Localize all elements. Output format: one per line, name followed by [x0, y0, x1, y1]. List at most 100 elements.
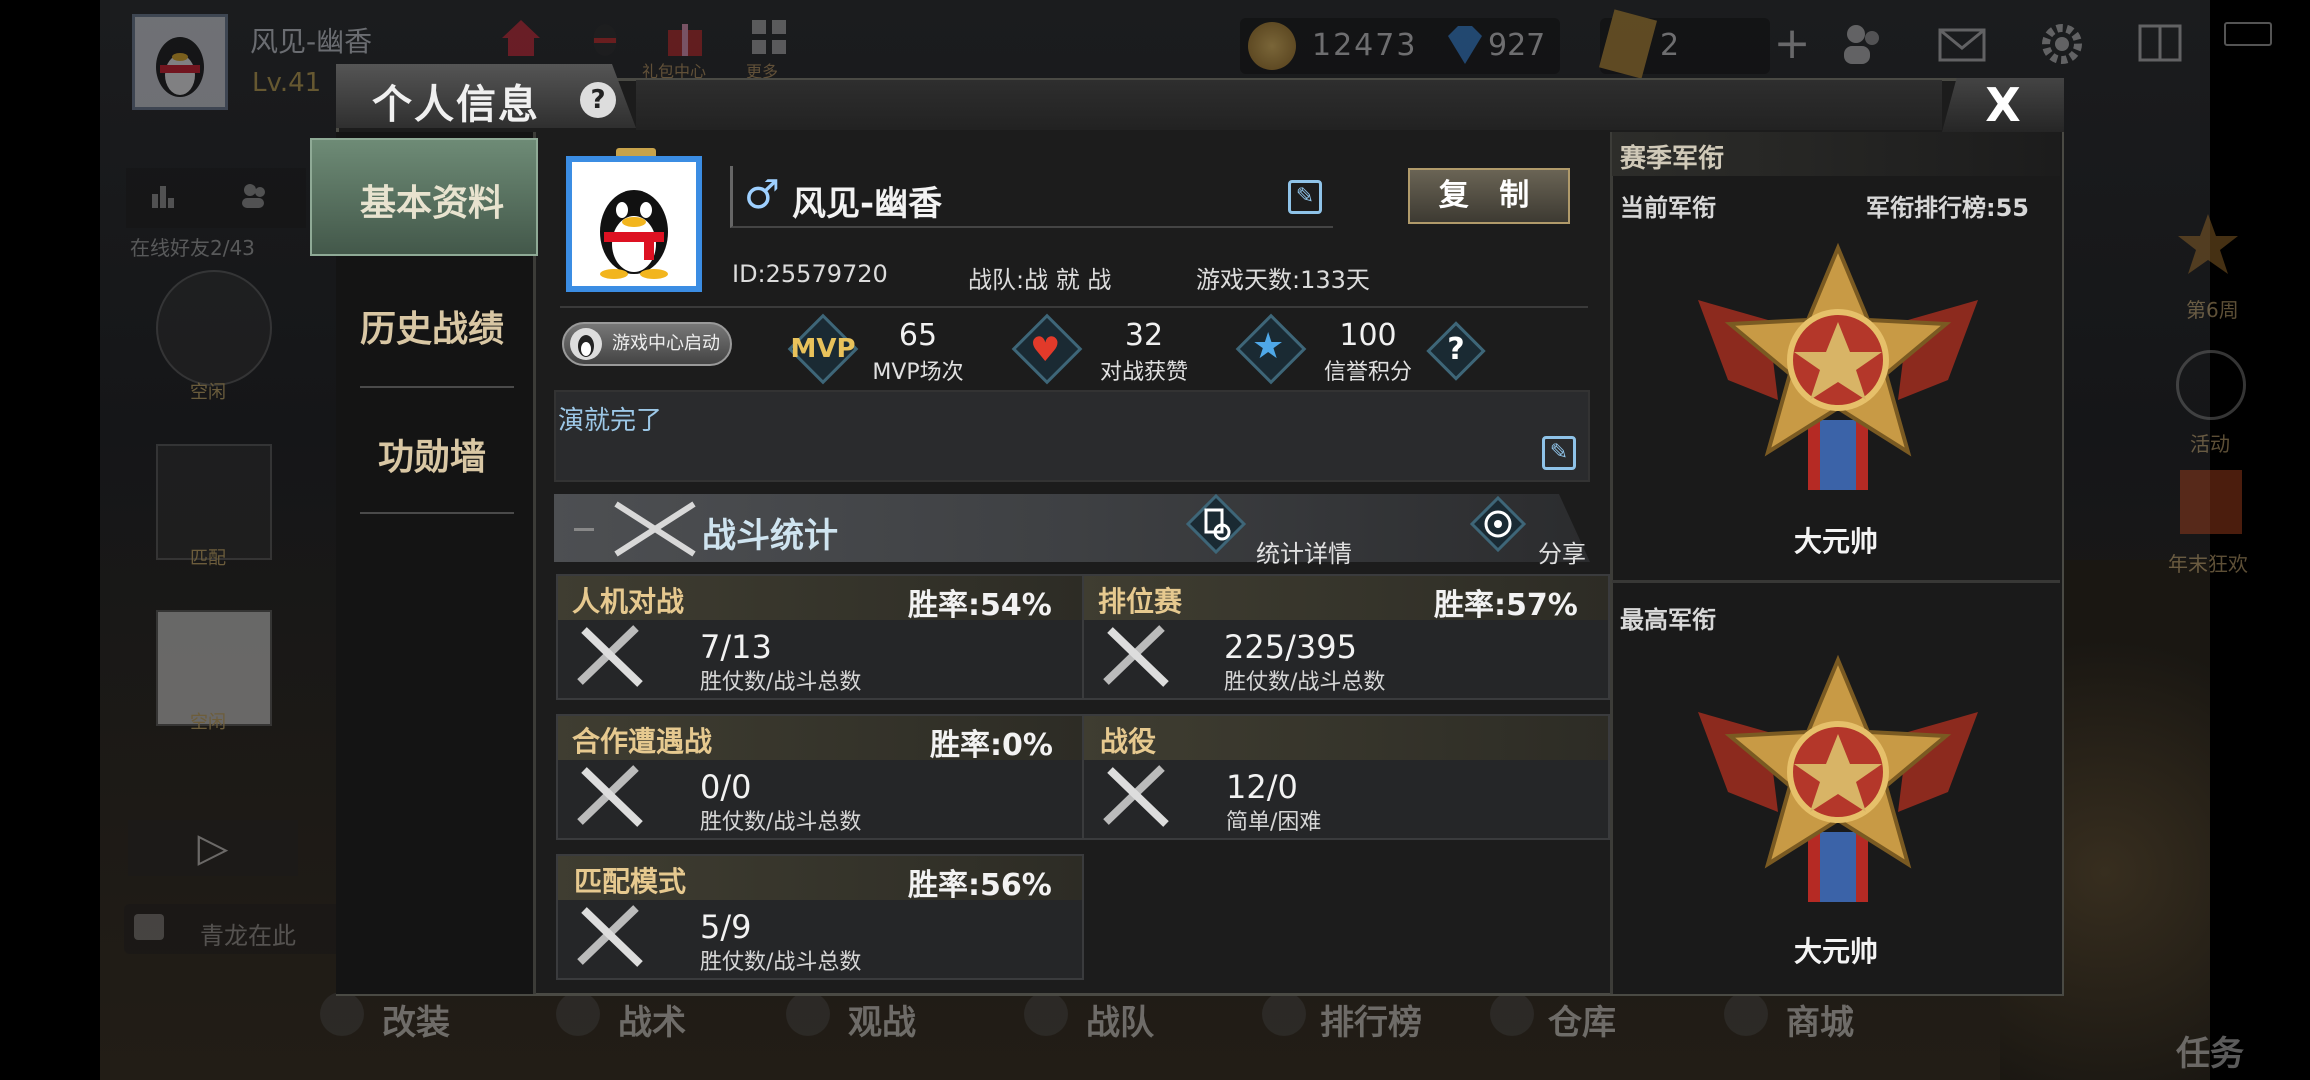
people-icon[interactable]: [238, 180, 268, 210]
rank-divider: [1612, 580, 2060, 583]
stats-help-text: ?: [1447, 332, 1465, 367]
mode-record-label: 胜仗数/战斗总数: [1224, 670, 1386, 695]
star-badge-icon[interactable]: [2176, 210, 2240, 280]
expand-arrow-icon[interactable]: ▷: [128, 820, 298, 876]
edit-signature-icon[interactable]: ✎: [1542, 436, 1576, 470]
top-level: Lv.41: [252, 68, 322, 98]
collapse-icon[interactable]: [574, 528, 594, 531]
gift-box-icon[interactable]: [2180, 470, 2242, 534]
penguin-icon[interactable]: [582, 14, 628, 60]
signature-text: 演就完了: [558, 406, 663, 436]
activity-icon[interactable]: [2176, 350, 2246, 420]
crossed-swords-icon: [1096, 760, 1176, 832]
side-nav: [336, 132, 536, 994]
player-avatar[interactable]: [566, 156, 702, 292]
nav-spectate[interactable]: 观战: [848, 995, 916, 1044]
stats-detail-link[interactable]: 统计详情: [1256, 534, 1352, 569]
close-button[interactable]: X: [1942, 78, 2064, 132]
mode-record: 225/395: [1224, 628, 1357, 666]
online-friends-count: 在线好友2/43: [130, 236, 255, 260]
friend-avatar[interactable]: [156, 270, 272, 386]
mode-winrate: 胜率:54%: [908, 588, 1052, 623]
divider: [560, 306, 1588, 308]
nav-warehouse[interactable]: 仓库: [1548, 995, 1616, 1044]
best-rank-label: 最高军衔: [1620, 606, 1716, 634]
mode-record-label: 简单/困难: [1226, 810, 1322, 835]
signature-box: [554, 390, 1590, 482]
mode-record: 0/0: [700, 768, 752, 806]
heart-glyph: ♥: [1030, 330, 1061, 370]
book-icon[interactable]: [2134, 18, 2186, 70]
likes-count: 32: [1124, 318, 1164, 353]
player-team: 战队:战 就 战: [968, 266, 1112, 294]
tab-honor-wall[interactable]: 功勋墙: [332, 428, 532, 480]
add-button[interactable]: +: [1766, 18, 1818, 70]
best-rank-medal-icon: [1688, 652, 1988, 912]
battle-stats-title: 战斗统计: [702, 516, 838, 556]
tab-history[interactable]: 历史战绩: [332, 300, 532, 352]
penguin-icon: [570, 328, 602, 360]
chat-icon: [134, 914, 164, 940]
mvp-label: MVP场次: [872, 360, 964, 385]
mode-record-label: 胜仗数/战斗总数: [700, 950, 862, 975]
skull-icon: [556, 992, 600, 1036]
mode-record-label: 胜仗数/战斗总数: [700, 810, 862, 835]
shop-icon: [1724, 992, 1768, 1036]
share-link[interactable]: 分享: [1538, 534, 1586, 569]
nav-tactics[interactable]: 战术: [618, 995, 686, 1044]
copy-button[interactable]: 复 制: [1408, 168, 1570, 224]
chart-icon[interactable]: [148, 180, 178, 210]
warehouse-icon: [1490, 992, 1534, 1036]
player-id: ID:25579720: [732, 260, 888, 288]
mode-record: 12/0: [1226, 768, 1298, 806]
mail-icon[interactable]: [1936, 18, 1988, 70]
home-icon[interactable]: [498, 14, 544, 60]
gear-icon[interactable]: [2036, 18, 2088, 70]
nav-shop[interactable]: 商城: [1786, 995, 1854, 1044]
diamond-value: 927: [1488, 28, 1546, 63]
week-label: 第6周: [2186, 298, 2239, 322]
rank-medal-icon: [1688, 240, 1988, 500]
wrench-icon: [320, 992, 364, 1036]
coin-value: 12473: [1312, 28, 1418, 63]
nav-team[interactable]: 战队: [1086, 995, 1154, 1044]
mode-name: 人机对战: [572, 585, 685, 618]
top-player-name: 风见-幽香: [250, 25, 373, 58]
current-rank-name: 大元帅: [1793, 525, 1878, 558]
tab-basic-info[interactable]: 基本资料: [332, 174, 532, 226]
friends-icon[interactable]: [1836, 18, 1888, 70]
trophy-icon: [1262, 992, 1306, 1036]
best-rank-name: 大元帅: [1793, 935, 1878, 968]
crossed-guns-icon: [610, 496, 700, 562]
year-end-label: 年末狂欢: [2168, 552, 2248, 576]
chat-text: 青龙在此: [200, 922, 296, 950]
diamond-icon: [1440, 20, 1490, 70]
credit-label: 信誉积分: [1323, 360, 1412, 385]
stats-detail-icon[interactable]: [1185, 493, 1247, 555]
gift-icon[interactable]: [662, 14, 708, 60]
likes-label: 对战获赞: [1099, 360, 1188, 385]
nav-leaderboard[interactable]: 排行榜: [1320, 995, 1422, 1044]
star-glyph: ★: [1252, 326, 1285, 367]
top-avatar[interactable]: [132, 14, 228, 110]
crossed-swords-icon: [1096, 620, 1176, 692]
mode-name: 排位赛: [1098, 585, 1183, 618]
nav-modify[interactable]: 改装: [382, 995, 450, 1044]
play-days: 游戏天数:133天: [1196, 266, 1370, 294]
star-icon: [786, 992, 830, 1036]
coin-icon: [1248, 22, 1296, 70]
help-icon[interactable]: ?: [580, 82, 616, 118]
mode-record: 5/9: [700, 908, 752, 946]
gender-male-icon: ♂: [744, 172, 780, 218]
player-name: 风见-幽香: [792, 184, 943, 224]
rank-leaderboard[interactable]: 军衔排行榜:55: [1866, 188, 2029, 223]
share-icon[interactable]: [1469, 495, 1527, 553]
friend-avatar[interactable]: [156, 444, 272, 560]
activity-label: 活动: [2190, 432, 2230, 456]
more-icon[interactable]: [746, 14, 792, 60]
edit-name-icon[interactable]: ✎: [1288, 180, 1322, 214]
nav-divider: [360, 512, 514, 514]
shield-icon: [1024, 992, 1068, 1036]
task-label[interactable]: 任务: [2176, 1026, 2244, 1075]
crossed-swords-icon: [570, 760, 650, 832]
